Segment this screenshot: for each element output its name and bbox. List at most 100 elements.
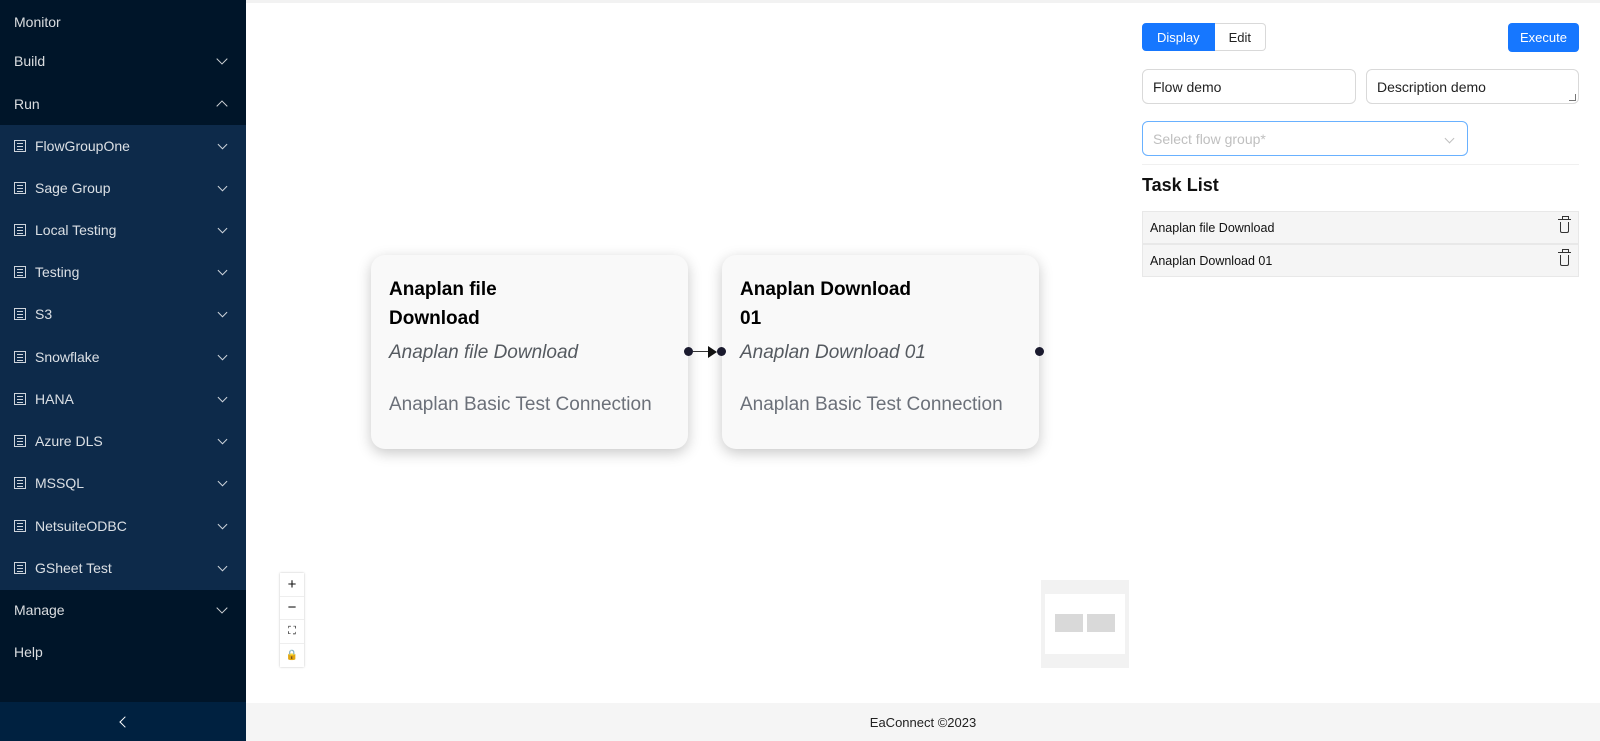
- building-icon: [14, 520, 26, 532]
- execute-button[interactable]: Execute: [1508, 23, 1579, 52]
- sidebar-item-label: NetsuiteODBC: [35, 518, 127, 534]
- sidebar-item-snowflake[interactable]: Snowflake: [0, 336, 246, 378]
- chevron-down-icon: [217, 561, 228, 572]
- node-connection: Anaplan Basic Test Connection: [740, 394, 1003, 415]
- building-icon: [14, 224, 26, 236]
- menu-item-label: Manage: [14, 602, 65, 618]
- description-text: Description demo: [1377, 78, 1486, 95]
- select-placeholder: Select flow group*: [1153, 130, 1266, 147]
- node-title: Anaplan file Download: [389, 279, 497, 329]
- lock-button[interactable]: 🔒: [280, 644, 304, 668]
- chevron-down-icon: [217, 392, 228, 403]
- sidebar-collapse-button[interactable]: [0, 702, 246, 741]
- chevron-down-icon: [216, 53, 228, 65]
- sidebar-item-gsheet-test[interactable]: GSheet Test: [0, 547, 246, 589]
- chevron-down-icon: [217, 265, 228, 276]
- run-submenu: FlowGroupOne Sage Group Local Testing Te…: [0, 125, 246, 590]
- resize-grip-icon[interactable]: [1569, 94, 1576, 101]
- flow-node[interactable]: Anaplan file Download Anaplan file Downl…: [371, 255, 688, 449]
- menu-item-monitor[interactable]: Monitor: [0, 1, 246, 43]
- sidebar-item-mssql[interactable]: MSSQL: [0, 462, 246, 504]
- edit-mode-button[interactable]: Edit: [1214, 23, 1267, 51]
- node-target-handle[interactable]: [717, 347, 726, 356]
- flow-node[interactable]: Anaplan Download 01 Anaplan Download 01 …: [722, 255, 1039, 449]
- divider: [1142, 164, 1579, 165]
- sidebar-item-label: FlowGroupOne: [35, 138, 130, 154]
- sidebar-item-label: MSSQL: [35, 475, 85, 491]
- mode-toggle: Display Edit: [1142, 23, 1267, 51]
- node-source-handle[interactable]: [1035, 347, 1044, 356]
- description-textarea[interactable]: Description demo: [1366, 69, 1579, 104]
- building-icon: [14, 140, 26, 152]
- chevron-down-icon: [217, 223, 228, 234]
- task-list-item[interactable]: Anaplan file Download: [1142, 211, 1579, 244]
- chevron-down-icon: [216, 602, 228, 614]
- chevron-down-icon: [217, 434, 228, 445]
- sidebar-item-label: Sage Group: [35, 180, 111, 196]
- display-mode-button[interactable]: Display: [1142, 23, 1215, 51]
- sidebar: Monitor Build Run FlowGroupOne Sage Grou…: [0, 0, 246, 741]
- sidebar-item-label: HANA: [35, 391, 74, 407]
- building-icon: [14, 308, 26, 320]
- zoom-out-button[interactable]: −: [280, 597, 304, 620]
- canvas-controls: + − ⛶ 🔒: [280, 573, 304, 667]
- menu-item-label: Run: [14, 96, 40, 112]
- menu-item-build[interactable]: Build: [0, 40, 246, 82]
- sidebar-item-label: GSheet Test: [35, 560, 112, 576]
- minimap-node: [1087, 614, 1115, 632]
- menu-item-label: Monitor: [14, 14, 61, 30]
- minimap-node: [1055, 614, 1083, 632]
- chevron-left-icon: [119, 715, 131, 728]
- chevron-up-icon: [216, 100, 228, 112]
- task-name: Anaplan Download 01: [1150, 253, 1273, 268]
- sidebar-item-label: Snowflake: [35, 349, 100, 365]
- arrow-right-icon: [708, 346, 717, 358]
- task-name: Anaplan file Download: [1150, 220, 1275, 235]
- node-source-handle[interactable]: [684, 347, 693, 356]
- delete-icon[interactable]: [1558, 249, 1571, 266]
- chevron-down-icon: [217, 181, 228, 192]
- menu-item-run[interactable]: Run: [0, 83, 246, 125]
- sidebar-item-label: Azure DLS: [35, 433, 103, 449]
- sidebar-item-s3[interactable]: S3: [0, 293, 246, 335]
- delete-icon[interactable]: [1558, 216, 1571, 233]
- chevron-down-icon: [217, 476, 228, 487]
- building-icon: [14, 182, 26, 194]
- minimap[interactable]: [1041, 580, 1129, 668]
- sidebar-item-label: S3: [35, 306, 53, 322]
- node-title: Anaplan Download 01: [740, 279, 911, 329]
- chevron-down-icon: [217, 139, 228, 150]
- fit-view-button[interactable]: ⛶: [280, 620, 304, 644]
- building-icon: [14, 477, 26, 489]
- zoom-in-button[interactable]: +: [280, 573, 304, 597]
- sidebar-item-sage-group[interactable]: Sage Group: [0, 167, 246, 209]
- chevron-down-icon: [1444, 133, 1455, 144]
- chevron-down-icon: [217, 307, 228, 318]
- footer-text: EaConnect ©2023: [869, 714, 977, 730]
- sidebar-item-label: Testing: [35, 264, 80, 280]
- building-icon: [14, 562, 26, 574]
- task-list-item[interactable]: Anaplan Download 01: [1142, 244, 1579, 277]
- sidebar-item-local-testing[interactable]: Local Testing: [0, 209, 246, 251]
- node-connection: Anaplan Basic Test Connection: [389, 394, 652, 415]
- chevron-down-icon: [217, 350, 228, 361]
- sidebar-item-netsuiteodbc[interactable]: NetsuiteODBC: [0, 505, 246, 547]
- flow-name-input[interactable]: Flow demo: [1142, 69, 1356, 104]
- sidebar-item-azure-dls[interactable]: Azure DLS: [0, 420, 246, 462]
- node-subtitle: Anaplan file Download: [389, 342, 579, 363]
- node-subtitle: Anaplan Download 01: [740, 342, 926, 363]
- menu-item-manage[interactable]: Manage: [0, 589, 246, 631]
- sidebar-item-hana[interactable]: HANA: [0, 378, 246, 420]
- sidebar-item-label: Local Testing: [35, 222, 117, 238]
- footer: EaConnect ©2023: [246, 703, 1600, 741]
- menu-item-help[interactable]: Help: [0, 631, 246, 673]
- task-list-title: Task List: [1142, 175, 1219, 195]
- building-icon: [14, 435, 26, 447]
- sidebar-item-testing[interactable]: Testing: [0, 251, 246, 293]
- sidebar-item-flowgroupone[interactable]: FlowGroupOne: [0, 125, 246, 167]
- building-icon: [14, 266, 26, 278]
- menu-item-label: Help: [14, 644, 43, 660]
- flow-group-select[interactable]: Select flow group*: [1142, 121, 1468, 156]
- menu-item-label: Build: [14, 53, 46, 69]
- building-icon: [14, 351, 26, 363]
